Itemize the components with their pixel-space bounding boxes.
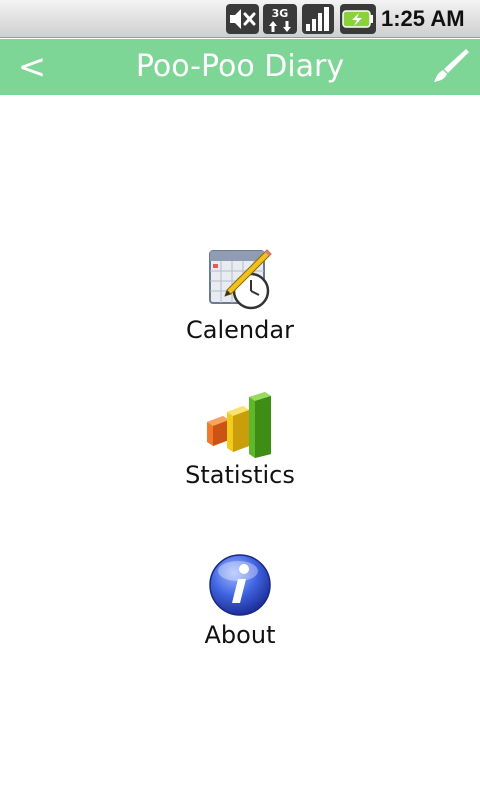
back-button[interactable]: < [10,43,54,91]
status-time: 1:25 AM [381,6,465,31]
mute-icon [226,4,259,34]
signal-icon [302,4,334,34]
menu-label-statistics: Statistics [185,461,295,489]
menu-item-calendar[interactable]: Calendar [140,247,340,357]
bar-chart-icon [207,392,271,458]
3g-data-icon: 3G [263,4,297,34]
brush-icon[interactable] [426,45,472,89]
page-title: Poo-Poo Diary [135,49,345,84]
calendar-clock-icon [209,249,272,310]
menu-label-about: About [204,621,276,649]
battery-charging-icon [340,4,376,34]
title-bar: < Poo-Poo Diary [0,39,480,95]
menu-label-calendar: Calendar [186,316,294,344]
svg-text:3G: 3G [272,7,289,20]
menu-item-about[interactable]: About [140,552,340,662]
info-icon [209,554,271,616]
status-bar: 3G 1:25 AM [0,0,480,38]
menu-item-statistics[interactable]: Statistics [140,392,340,502]
